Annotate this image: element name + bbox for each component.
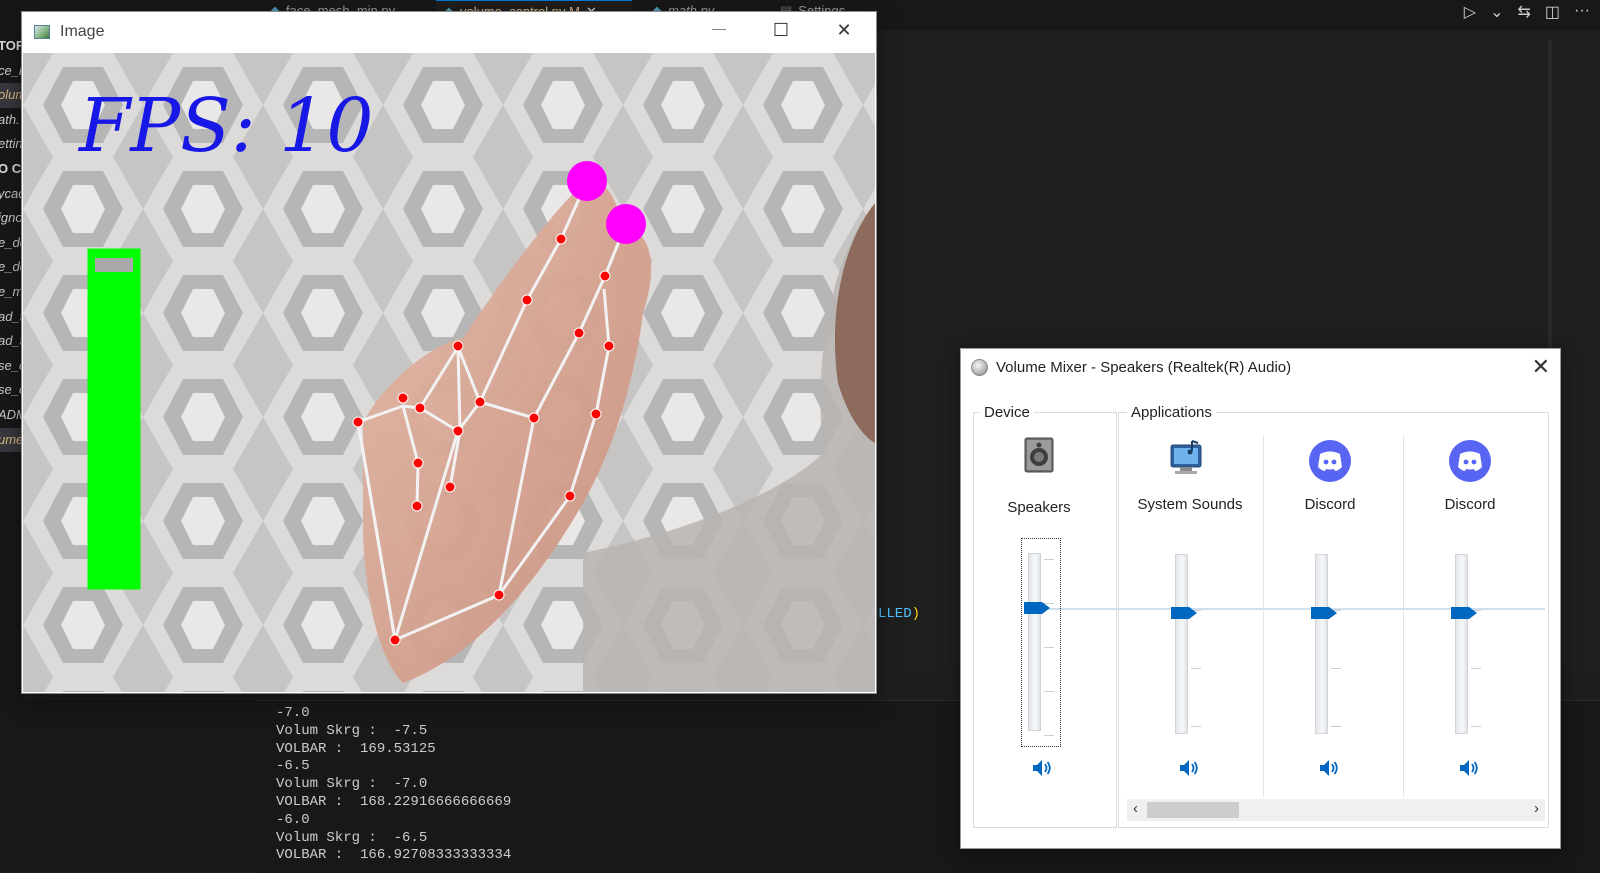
slider-ticks	[1471, 610, 1481, 730]
app-label: System Sounds	[1137, 496, 1243, 513]
slider-thumb[interactable]	[1171, 607, 1197, 619]
device-mute-button[interactable]	[1030, 756, 1054, 780]
image-window-titlebar[interactable]: Image — ☐ ✕	[22, 12, 876, 53]
app-volume-slider[interactable]	[1309, 554, 1347, 734]
fps-counter: FPS: 10	[77, 83, 373, 169]
terminal-line: Volum Skrg : -7.0	[276, 776, 428, 793]
sidebar-item[interactable]: ath.	[0, 108, 24, 133]
slider-track	[1455, 554, 1468, 734]
app-label: Discord	[1444, 496, 1496, 513]
slider-thumb[interactable]	[1024, 602, 1050, 614]
close-button[interactable]: ✕	[829, 20, 859, 41]
slider-track	[1315, 554, 1328, 734]
scroll-left-icon[interactable]: ‹	[1133, 800, 1138, 817]
system-sounds-icon	[1166, 439, 1208, 477]
sidebar-item[interactable]: ycac	[0, 182, 24, 207]
slider-ticks	[1331, 610, 1341, 730]
editor-actions: ▷ ⌄ ⇆ ◫ ···	[1464, 2, 1590, 22]
slider-ticks	[1044, 559, 1054, 737]
sidebar-item[interactable]: e_de	[0, 255, 24, 280]
sidebar-item[interactable]: ettin	[0, 132, 24, 157]
sidebar-item[interactable]: igno	[0, 206, 24, 231]
panel-left	[0, 700, 257, 872]
image-app-icon	[34, 25, 50, 39]
sidebar-item[interactable]: olum	[0, 83, 24, 108]
index-tip-marker	[606, 204, 646, 244]
terminal-output: -7.0 Volum Skrg : -7.5 VOLBAR : 169.53125-…	[256, 705, 511, 865]
volume-bar-fill	[89, 250, 139, 588]
slider-ticks	[1191, 610, 1201, 730]
terminal-line: -6.5	[276, 758, 310, 775]
sidebar-item[interactable]: se_e	[0, 378, 24, 403]
code-fragment: LLED)	[878, 606, 920, 622]
column-divider	[1263, 435, 1264, 797]
terminal-line: -7.0	[276, 705, 310, 721]
run-icon[interactable]: ▷	[1464, 2, 1476, 22]
mixer-title: Volume Mixer - Speakers (Realtek(R) Audi…	[996, 359, 1292, 376]
app-mute-button[interactable]	[1177, 756, 1201, 780]
webcam-frame: FPS: 10	[23, 53, 875, 692]
app-volume-slider[interactable]	[1169, 554, 1207, 734]
discord-icon	[1448, 439, 1492, 483]
code-paren: )	[911, 606, 921, 622]
maximize-button[interactable]: ☐	[766, 20, 796, 41]
sidebar-item[interactable]: e_m	[0, 280, 24, 305]
image-window-title: Image	[60, 23, 105, 40]
app-mute-button[interactable]	[1457, 756, 1481, 780]
column-divider	[1403, 435, 1404, 797]
slider-track	[1028, 553, 1041, 731]
terminal-line: VOLBAR : 169.53125	[276, 740, 436, 757]
app-mute-button[interactable]	[1317, 756, 1341, 780]
volume-bar-empty	[95, 258, 133, 272]
close-button[interactable]: ✕	[1532, 354, 1550, 380]
thumb-tip-marker	[567, 161, 607, 201]
app-volume-slider[interactable]	[1449, 554, 1487, 734]
minimize-button[interactable]: —	[704, 20, 734, 36]
slider-thumb[interactable]	[1451, 607, 1477, 619]
terminal-line: Volum Skrg : -6.5	[276, 829, 428, 846]
compare-icon[interactable]: ⇆	[1517, 2, 1530, 22]
slider-thumb[interactable]	[1311, 607, 1337, 619]
device-volume-slider[interactable]	[1021, 538, 1061, 747]
terminal-line: VOLBAR : 166.92708333333334	[276, 847, 512, 864]
split-editor-icon[interactable]: ◫	[1545, 2, 1560, 22]
app-label: Discord	[1304, 496, 1356, 513]
sidebar-item[interactable]: ad_t	[0, 305, 24, 330]
code-token: LLED	[878, 606, 912, 622]
discord-icon	[1308, 439, 1352, 483]
chevron-down-icon[interactable]: ⌄	[1490, 2, 1503, 22]
applications-scrollbar[interactable]: ‹ ›	[1127, 799, 1545, 821]
device-label: Speakers	[1007, 499, 1071, 516]
terminal-line: -6.0	[276, 811, 310, 828]
sidebar-item[interactable]: TORS	[0, 34, 24, 59]
sidebar-item[interactable]: O CO	[0, 157, 24, 182]
image-window: Image — ☐ ✕ FPS: 10	[22, 12, 876, 693]
terminal-line: Volum Skrg : -7.5	[276, 722, 428, 739]
terminal-line: VOLBAR : 168.22916666666669	[276, 793, 512, 810]
more-actions-icon[interactable]: ···	[1574, 2, 1590, 22]
sidebar-item[interactable]: ADM	[0, 403, 24, 428]
volume-mixer-window: Volume Mixer - Speakers (Realtek(R) Audi…	[960, 348, 1561, 849]
mixer-titlebar[interactable]: Volume Mixer - Speakers (Realtek(R) Audi…	[961, 349, 1560, 387]
scroll-right-icon[interactable]: ›	[1534, 800, 1539, 817]
sidebar-item[interactable]: ce_r	[0, 59, 24, 84]
applications-group-label: Applications	[1127, 404, 1216, 421]
speakers-device-icon	[1023, 437, 1055, 473]
sidebar-item[interactable]: ume	[0, 427, 24, 453]
sidebar-item[interactable]: e_de	[0, 231, 24, 256]
speaker-app-icon	[971, 359, 988, 376]
sidebar-item[interactable]: ad_t	[0, 329, 24, 354]
device-group-label: Device	[980, 404, 1034, 421]
slider-track	[1175, 554, 1188, 734]
sidebar-item[interactable]: se_e	[0, 354, 24, 379]
scrollbar-thumb[interactable]	[1147, 802, 1239, 818]
webcam-image: FPS: 10	[23, 53, 875, 692]
